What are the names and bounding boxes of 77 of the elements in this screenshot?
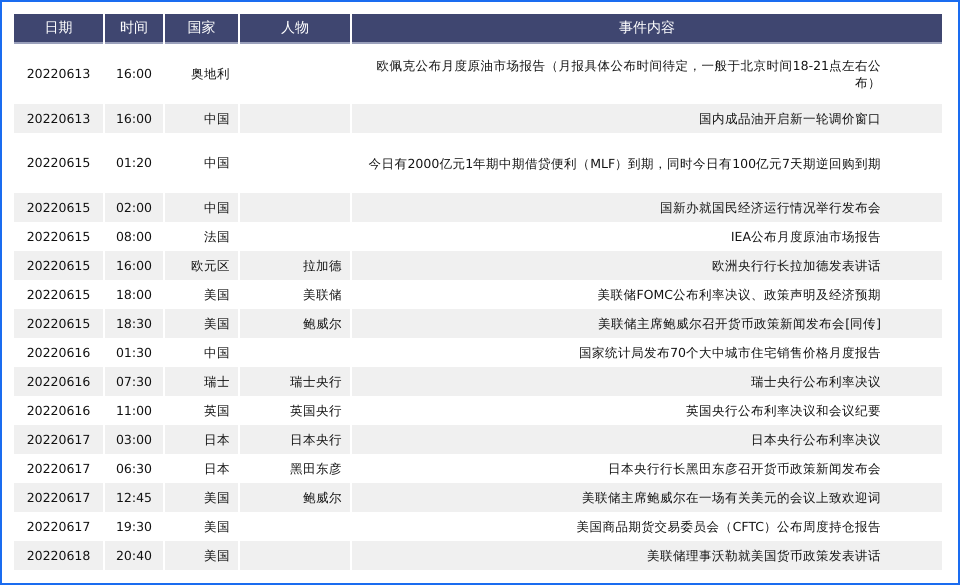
table-cell-text: 日本: [203, 460, 231, 478]
table-cell: 20220615: [14, 309, 103, 338]
table-cell: 瑞士央行: [240, 367, 350, 396]
table-cell: 12:45: [105, 483, 163, 512]
table-cell: 鲍威尔: [240, 483, 350, 512]
table-cell-text: 20220615: [26, 286, 92, 304]
table-cell: 美联储理事沃勒就美国货币政策发表讲话: [352, 541, 942, 570]
table-cell: 拉加德: [240, 251, 350, 280]
table-cell-text: 美国: [203, 286, 231, 304]
table-cell-text: 11:00: [114, 402, 154, 420]
table-cell-text: 美联储: [302, 286, 343, 304]
table-cell-text: 01:20: [114, 154, 154, 172]
table-cell-text: 美联储FOMC公布利率决议、政策声明及经济预期: [596, 286, 882, 304]
table-cell: 欧元区: [165, 251, 238, 280]
table-cell: 日本央行公布利率决议: [352, 425, 942, 454]
table-cell: 20:40: [105, 541, 163, 570]
table-cell: 20220613: [14, 104, 103, 133]
table-cell-text: 日本央行行长黑田东彦召开货币政策新闻发布会: [607, 460, 882, 478]
table-cell-text: 01:30: [114, 344, 154, 362]
column-header: 人物: [240, 14, 350, 44]
table-cell: 02:00: [105, 193, 163, 222]
table-cell-text: 20220616: [26, 402, 92, 420]
table-cell-text: 奥地利: [190, 65, 231, 83]
column-header: 国家: [165, 14, 238, 44]
table-cell: 美国: [165, 309, 238, 338]
table-cell-text: 19:30: [114, 518, 154, 536]
table-cell: 瑞士: [165, 367, 238, 396]
table-cell: 日本: [165, 425, 238, 454]
table-cell-text: 黑田东彦: [289, 460, 343, 478]
table-cell-text: 英国: [203, 402, 231, 420]
table-cell: 鲍威尔: [240, 309, 350, 338]
table-cell-text: 20220617: [26, 460, 92, 478]
table-cell: 07:30: [105, 367, 163, 396]
table-cell-text: 20220615: [26, 228, 92, 246]
table-cell: 中国: [165, 104, 238, 133]
table-cell: 欧洲央行行长拉加德发表讲话: [352, 251, 942, 280]
table-cell-text: 08:00: [114, 228, 154, 246]
column-header: 事件内容: [352, 14, 942, 44]
table-cell-text: 法国: [203, 228, 231, 246]
table-cell-text: 20220613: [26, 65, 92, 83]
table-cell: 16:00: [105, 104, 163, 133]
table-cell-text: 06:30: [114, 460, 154, 478]
table-cell: 日本央行: [240, 425, 350, 454]
table-cell-text: 欧佩克公布月度原油市场报告（月报具体公布时间待定，一般于北京时间18-21点左右公布）: [376, 57, 882, 92]
table-cell: 美联储主席鲍威尔召开货币政策新闻发布会[同传]: [352, 309, 942, 338]
table-cell-text: 英国央行: [289, 402, 343, 420]
table-cell: 国新办就国民经济运行情况举行发布会: [352, 193, 942, 222]
column-header: 时间: [105, 14, 163, 44]
table-cell: 20220617: [14, 425, 103, 454]
table-cell-text: IEA公布月度原油市场报告: [730, 228, 882, 246]
table-cell: 国内成品油开启新一轮调价窗口: [352, 104, 942, 133]
table-cell: 美联储主席鲍威尔在一场有关美元的会议上致欢迎词: [352, 483, 942, 512]
table-cell: 18:30: [105, 309, 163, 338]
table-cell-text: 20220616: [26, 344, 92, 362]
table-cell-text: 美国: [203, 518, 231, 536]
table-cell-text: 20220615: [26, 154, 92, 172]
table-cell-text: 美国商品期货交易委员会（CFTC）公布周度持仓报告: [576, 518, 882, 536]
table-cell: 20220617: [14, 483, 103, 512]
table-cell-text: 16:00: [114, 65, 154, 83]
table-cell-text: 国家统计局发布70个大中城市住宅销售价格月度报告: [578, 344, 882, 362]
table-cell-text: 18:00: [114, 286, 154, 304]
table-cell: 20220615: [14, 251, 103, 280]
table-cell-text: 英国央行公布利率决议和会议纪要: [685, 402, 882, 420]
table-cell: 美国: [165, 541, 238, 570]
table-cell-text: 中国: [203, 344, 231, 362]
table-cell-text: 20220617: [26, 518, 92, 536]
table-cell: 瑞士央行公布利率决议: [352, 367, 942, 396]
table-cell: 美国: [165, 483, 238, 512]
table-cell: 中国: [165, 193, 238, 222]
table-cell: 20220616: [14, 367, 103, 396]
table-cell: 03:00: [105, 425, 163, 454]
column-header: 日期: [14, 14, 103, 44]
table-cell: 16:00: [105, 251, 163, 280]
table-cell-text: 中国: [203, 154, 231, 172]
table-cell: 20220615: [14, 193, 103, 222]
table-cell-text: 今日有2000亿元1年期中期借贷便利（MLF）到期，同时今日有100亿元7天期逆回购到期: [367, 154, 882, 172]
table-cell: 20220618: [14, 541, 103, 570]
